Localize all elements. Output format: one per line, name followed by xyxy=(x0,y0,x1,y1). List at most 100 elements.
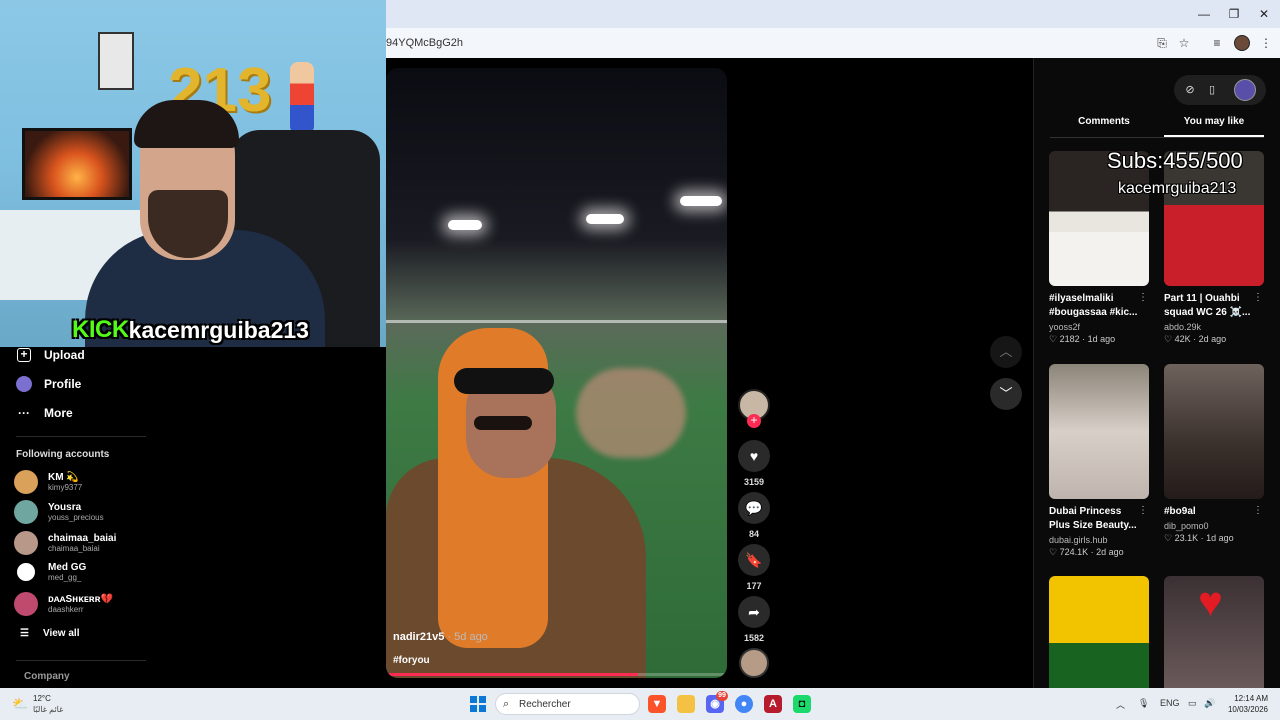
following-account[interactable]: Yousra youss_precious xyxy=(14,500,104,524)
card-title[interactable]: Dubai Princess Plus Size Beauty... xyxy=(1049,505,1139,533)
network-icon[interactable]: ▭ xyxy=(1188,698,1197,709)
card-meta: ♡ 42K · 2d ago xyxy=(1164,334,1227,344)
video-thumbnail[interactable] xyxy=(1164,364,1264,499)
maximize-icon[interactable]: ❐ xyxy=(1226,6,1242,22)
company-link[interactable]: Company xyxy=(24,671,70,682)
comment-count: 84 xyxy=(748,529,759,539)
card-title[interactable]: Part 11 | Ouahbi squad WC 26 ☠️... xyxy=(1164,292,1254,320)
next-video-button[interactable]: ﹀ xyxy=(990,378,1022,410)
video-thumbnail[interactable] xyxy=(1049,576,1149,688)
card-title[interactable]: #ilyaselmaliki #bougassaa #kic... xyxy=(1049,292,1139,320)
nav-more[interactable]: ··· More xyxy=(16,405,73,421)
card-author[interactable]: yooss2f xyxy=(1049,322,1150,332)
following-account[interactable]: ᴅᴀᴀSʜᴋᴇʀʀ💔 daashkerr xyxy=(14,592,113,616)
app-green-icon[interactable]: ◘ xyxy=(793,695,811,713)
clock-date[interactable]: 10/03/2026 xyxy=(1222,705,1268,714)
comment-button[interactable]: 💬 xyxy=(738,492,770,524)
close-icon[interactable]: ✕ xyxy=(1256,6,1272,22)
card-author[interactable]: dubai.girls.hub xyxy=(1049,535,1150,545)
install-icon[interactable]: ⎘ xyxy=(1154,35,1170,51)
video-thumbnail[interactable] xyxy=(1049,364,1149,499)
card-author[interactable]: dib_pomo0 xyxy=(1164,521,1265,531)
anime-figure xyxy=(290,62,314,134)
heart-sticker-icon: ♥ xyxy=(1198,578,1223,625)
clock-time[interactable]: 12:14 AM xyxy=(1222,694,1268,703)
share-button[interactable]: ➦ xyxy=(738,596,770,628)
video-hashtag[interactable]: #foryou xyxy=(393,655,430,666)
address-bar[interactable]: 94YQMcBgG2h ⎘ ☆ ≡ ⋮ xyxy=(386,28,1280,58)
language-indicator[interactable]: ENG xyxy=(1160,698,1180,708)
card-author[interactable]: abdo.29k xyxy=(1164,322,1265,332)
brave-icon[interactable]: ▼ xyxy=(648,695,666,713)
app-a-icon[interactable]: A xyxy=(764,695,782,713)
bookmark-icon: 🔖 xyxy=(745,552,763,568)
follow-plus-icon[interactable]: + xyxy=(747,414,761,428)
user-avatar[interactable] xyxy=(1234,79,1256,101)
waving-hand xyxy=(576,368,686,458)
following-account[interactable]: KM 💫 kimy9377 xyxy=(14,470,82,494)
video-player[interactable]: nadir21v5 · 5d ago #foryou xyxy=(386,68,727,678)
video-author-name[interactable]: nadir21v5 xyxy=(393,631,444,643)
more-options-icon[interactable]: ⋮ xyxy=(1253,505,1263,516)
weather-cloud-icon[interactable]: ⛅ xyxy=(12,696,30,711)
like-count: 3159 xyxy=(743,477,765,487)
card-age: 1d ago xyxy=(1087,334,1116,344)
more-options-icon[interactable]: ⋮ xyxy=(1253,292,1263,303)
chevron-up-icon: ︿ xyxy=(999,344,1013,359)
sidebar-divider xyxy=(16,660,146,661)
nav-upload-label: Upload xyxy=(44,348,85,362)
card-age: 2d ago xyxy=(1096,547,1124,557)
save-button[interactable]: 🔖 xyxy=(738,544,770,576)
reading-list-icon[interactable]: ≡ xyxy=(1209,35,1225,51)
tab-comments[interactable]: Comments xyxy=(1049,116,1159,127)
tray-overflow-icon[interactable]: ︿ xyxy=(1116,698,1125,711)
search-placeholder: Rechercher xyxy=(519,699,571,710)
profile-icon xyxy=(16,376,32,392)
taskbar-search[interactable]: ⌕ Rechercher xyxy=(495,693,640,715)
browser-menu-icon[interactable]: ⋮ xyxy=(1258,35,1274,51)
url-text[interactable]: 94YQMcBgG2h xyxy=(386,37,463,49)
account-handle: chaimaa_baiai xyxy=(48,544,100,553)
windows-start-icon[interactable] xyxy=(470,696,486,712)
avatar xyxy=(17,563,35,581)
following-account[interactable]: chaimaa_baiai chaimaa_baiai xyxy=(14,531,116,555)
video-author[interactable]: nadir21v5 · 5d ago xyxy=(393,631,488,643)
browser-profile-avatar[interactable] xyxy=(1234,35,1250,51)
recommended-video-card[interactable]: #bo9al ⋮ dib_pomo0 ♡ 23.1K · 1d ago xyxy=(1164,364,1265,544)
browser-titlebar: — ❐ ✕ xyxy=(386,0,1280,28)
compass-icon[interactable]: ⊘ xyxy=(1182,82,1198,98)
volume-icon[interactable]: 🔊 xyxy=(1204,698,1215,709)
chrome-icon[interactable]: ● xyxy=(735,695,753,713)
card-meta: ♡ 23.1K · 1d ago xyxy=(1164,533,1234,543)
nav-upload[interactable]: + Upload xyxy=(16,347,85,363)
account-handle: med_gg_ xyxy=(48,573,82,582)
bookmark-star-icon[interactable]: ☆ xyxy=(1176,35,1192,51)
minimize-icon[interactable]: — xyxy=(1196,6,1212,22)
more-options-icon[interactable]: ⋮ xyxy=(1138,292,1148,303)
card-title[interactable]: #bo9al xyxy=(1164,505,1254,519)
video-thumbnail[interactable]: ♥ xyxy=(1164,576,1264,688)
microphone-icon[interactable]: 🎙 xyxy=(1138,698,1149,709)
heart-icon: ♥ xyxy=(749,448,759,464)
like-button[interactable]: ♥ xyxy=(738,440,770,472)
avatar xyxy=(14,592,38,616)
weather-temp[interactable]: 12°C xyxy=(33,694,51,703)
following-account[interactable]: Med GG med_gg_ xyxy=(14,562,86,582)
view-all-link[interactable]: ☰ View all xyxy=(20,628,79,639)
save-count: 177 xyxy=(746,581,762,591)
nav-profile[interactable]: Profile xyxy=(16,376,81,392)
previous-video-button[interactable]: ︿ xyxy=(990,336,1022,368)
recommended-video-card[interactable]: Dubai Princess Plus Size Beauty... ⋮ dub… xyxy=(1049,364,1150,558)
account-name: KM 💫 xyxy=(48,472,79,483)
kick-channel-name: kacemrguiba213 xyxy=(128,316,309,343)
account-handle: daashkerr xyxy=(48,605,84,614)
file-explorer-icon[interactable] xyxy=(677,695,695,713)
more-options-icon[interactable]: ⋮ xyxy=(1138,505,1148,516)
mobile-icon[interactable]: ▯ xyxy=(1204,82,1220,98)
weather-desc[interactable]: غائم غالبًا xyxy=(33,705,63,714)
account-handle: youss_precious xyxy=(48,513,104,522)
tab-you-may-like[interactable]: You may like xyxy=(1159,116,1269,127)
avatar xyxy=(14,470,38,494)
sound-avatar[interactable] xyxy=(739,648,769,678)
video-progress-bar[interactable] xyxy=(386,673,727,676)
